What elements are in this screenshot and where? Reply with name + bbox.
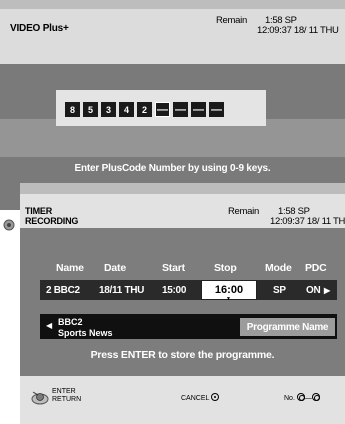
timer-title-line2: RECORDING [25, 216, 79, 226]
column-header-start: Start [162, 262, 185, 274]
entry-stop[interactable]: 16:00 [201, 284, 257, 296]
number-keys-icon [296, 393, 305, 401]
programme-channel: BBC2 [58, 317, 83, 327]
timer-title-line1: TIMER [25, 206, 52, 216]
entry-start[interactable]: 15:00 [162, 285, 186, 296]
column-header-mode: Mode [265, 262, 292, 274]
pluscode-digit-empty: — [173, 102, 188, 117]
timer-entry-row[interactable] [40, 280, 337, 300]
pluscode-digits[interactable]: 8 5 3 4 2 — — — — [65, 102, 224, 117]
videoplus-top-strip [0, 0, 345, 9]
pluscode-digit: 8 [65, 102, 80, 117]
programme-name-button[interactable]: Programme Name [240, 318, 335, 336]
videoplus-remain-label: Remain [216, 15, 247, 26]
timer-title: TIMER RECORDING [25, 206, 78, 226]
pluscode-digit-empty: — [209, 102, 224, 117]
videoplus-instruction: Enter PlusCode Number by using 0-9 keys. [74, 163, 271, 174]
joystick-icon [3, 219, 15, 231]
column-header-pdc: PDC [305, 262, 327, 274]
pluscode-digit-cursor: — [155, 102, 170, 117]
pluscode-digit: 2 [137, 102, 152, 117]
chevron-down-icon: ▼ [226, 296, 231, 302]
joystick-icon [31, 391, 49, 405]
footer-cancel: CANCEL [181, 393, 220, 402]
cancel-button-icon [211, 393, 220, 401]
entry-name[interactable]: 2 BBC2 [46, 285, 80, 296]
videoplus-title: VIDEO Plus+ [10, 23, 69, 34]
programme-title: Sports News [58, 328, 113, 338]
timer-instruction: Press ENTER to store the programme. [90, 349, 275, 361]
timer-remain-label: Remain [228, 206, 259, 217]
footer-no-label: No. [284, 395, 295, 402]
footer-number-keys: No. — [284, 393, 320, 402]
pluscode-digit: 3 [101, 102, 116, 117]
column-header-stop: Stop [214, 262, 237, 274]
timer-clock: 12:09:37 18/ 11 THU [270, 216, 345, 227]
videoplus-clock: 12:09:37 18/ 11 THU [257, 25, 339, 36]
pluscode-digit: 4 [119, 102, 134, 117]
column-header-name: Name [56, 262, 84, 274]
number-keys-icon [311, 393, 320, 401]
entry-mode[interactable]: SP [273, 285, 286, 296]
column-header-date: Date [104, 262, 126, 274]
footer-enter-return: ENTER RETURN [52, 388, 81, 404]
timer-top-strip [20, 183, 345, 194]
footer-enter-label: ENTER [52, 388, 76, 395]
right-arrow-icon[interactable]: ▶ [324, 286, 330, 295]
left-arrow-icon[interactable]: ◀ [46, 321, 52, 330]
pluscode-digit-empty: — [191, 102, 206, 117]
footer-cancel-label: CANCEL [181, 395, 210, 402]
entry-pdc[interactable]: ON [306, 285, 321, 296]
entry-date[interactable]: 18/11 THU [99, 285, 144, 296]
pluscode-digit: 5 [83, 102, 98, 117]
footer-return-label: RETURN [52, 396, 82, 403]
